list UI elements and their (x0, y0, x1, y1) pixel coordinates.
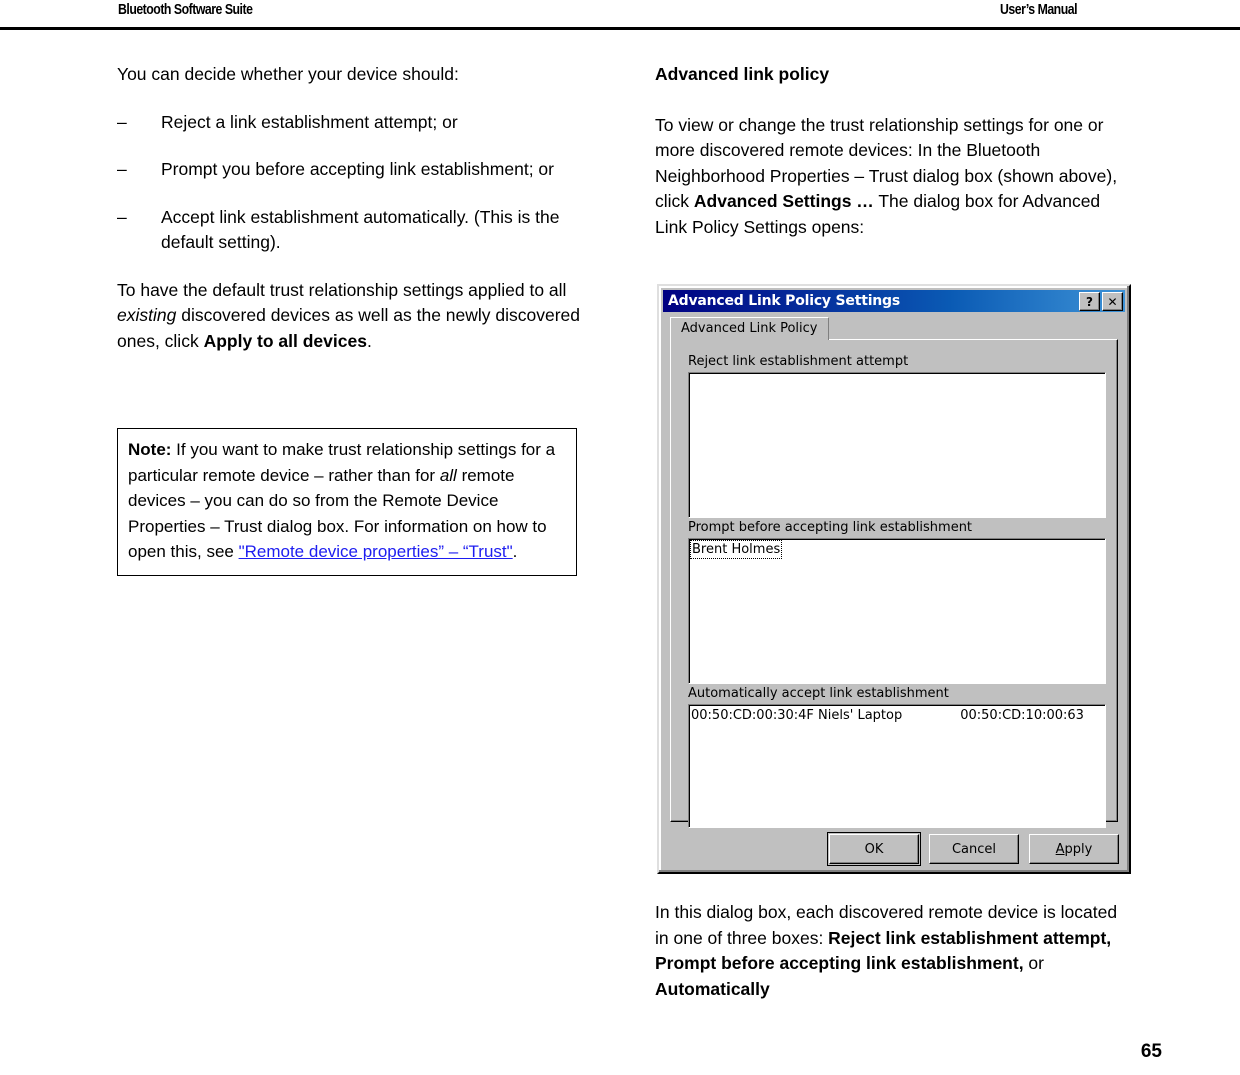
cancel-button[interactable]: Cancel (929, 834, 1019, 864)
dash-item-text: Accept link establishment automatically.… (161, 206, 560, 253)
note-label: Note: (128, 440, 172, 459)
group-label: Reject link establishment attempt (688, 354, 909, 369)
ok-button[interactable]: OK (827, 832, 921, 866)
left-column: You can decide whether your device shoul… (117, 62, 599, 376)
dash-item-reject: – Reject a link establishment attempt; o… (117, 110, 599, 136)
closing-paragraph-wrapper: In this dialog box, each discovered remo… (655, 900, 1125, 1024)
listbox-prompt-before-accepting[interactable]: Brent Holmes (688, 538, 1106, 684)
help-icon[interactable]: ? (1079, 292, 1100, 311)
dash-item-text: Reject a link establishment attempt; or (161, 111, 458, 132)
tab-advanced-link-policy[interactable]: Advanced Link Policy (670, 317, 829, 340)
note-box: Note: If you want to make trust relation… (117, 428, 577, 576)
note-italic-all: all (439, 465, 457, 485)
close-icon[interactable]: ✕ (1102, 292, 1123, 311)
dash-glyph: – (117, 111, 127, 132)
listbox-automatically-accept[interactable]: 00:50:CD:00:30:4F Niels' Laptop 00:50:CD… (688, 704, 1106, 828)
titlebar-button-group: ? ✕ (1079, 292, 1123, 311)
list-item-label: Brent Holmes (689, 540, 783, 559)
paragraph-text-italic: existing (117, 305, 177, 325)
group-reject-link-establishment: Reject link establishment attempt (688, 354, 1106, 518)
page-number: 65 (1140, 1041, 1162, 1062)
paragraph-text-bold: Apply to all devices (203, 330, 367, 351)
header-manual-label: User’s Manual (1000, 1, 1078, 18)
intro-paragraph: You can decide whether your device shoul… (117, 64, 459, 84)
apply-button-label-rest: pply (1064, 841, 1093, 857)
list-item-address-and-name: 00:50:CD:00:30:4F Niels' Laptop (691, 708, 903, 723)
dash-item-prompt: – Prompt you before accepting link estab… (117, 157, 599, 183)
apply-button-accesskey: A (1055, 841, 1065, 857)
right-column: Advanced link policy To view or change t… (655, 62, 1125, 262)
header-document-title: Bluetooth Software Suite (118, 1, 253, 18)
running-header: Bluetooth Software Suite User’s Manual (0, 0, 1240, 30)
paragraph-text-bold: Advanced Settings … (693, 191, 874, 211)
header-rule (0, 27, 1240, 30)
closing-text-bold-2: Automatically (655, 978, 770, 999)
remote-device-properties-link[interactable]: "Remote device properties” – “Trust" (239, 542, 513, 561)
section-heading-advanced-link-policy: Advanced link policy (655, 64, 830, 84)
dash-item-text: Prompt you before accepting link establi… (161, 159, 554, 179)
list-item[interactable]: Brent Holmes (689, 540, 1105, 559)
group-label: Prompt before accepting link establishme… (688, 520, 973, 535)
advanced-settings-paragraph: To view or change the trust relationship… (655, 113, 1125, 241)
group-automatically-accept: Automatically accept link establishment … (688, 686, 1106, 828)
apply-button[interactable]: Apply (1029, 834, 1119, 864)
dialog-button-row: OK Cancel Apply (659, 832, 1133, 866)
advanced-link-policy-settings-dialog[interactable]: Advanced Link Policy Settings ? ✕ Advanc… (657, 284, 1131, 874)
dialog-titlebar[interactable]: Advanced Link Policy Settings ? ✕ (663, 290, 1125, 312)
list-item[interactable]: 00:50:CD:00:30:4F Niels' Laptop 00:50:CD… (689, 707, 1105, 724)
group-prompt-before-accepting: Prompt before accepting link establishme… (688, 520, 1106, 684)
dash-item-accept: – Accept link establishment automaticall… (117, 205, 599, 256)
apply-to-all-paragraph: To have the default trust relationship s… (117, 278, 599, 355)
group-label: Automatically accept link establishment (688, 686, 949, 701)
paragraph-text-post: . (366, 330, 372, 351)
dash-glyph: – (117, 206, 127, 227)
note-text-3: . (512, 542, 518, 561)
paragraph-text-pre: To have the default trust relationship s… (117, 279, 567, 300)
list-item-secondary-address: 00:50:CD:10:00:63 (960, 708, 1084, 723)
closing-text-mid: or (1023, 953, 1044, 973)
note-text: Note: If you want to make trust relation… (128, 437, 566, 565)
dialog-title: Advanced Link Policy Settings (668, 293, 901, 309)
closing-paragraph: In this dialog box, each discovered remo… (655, 900, 1125, 1002)
tab-panel-advanced-link-policy: Reject link establishment attempt Prompt… (670, 339, 1118, 828)
listbox-reject-link-establishment[interactable] (688, 372, 1106, 518)
dash-glyph: – (117, 159, 127, 179)
